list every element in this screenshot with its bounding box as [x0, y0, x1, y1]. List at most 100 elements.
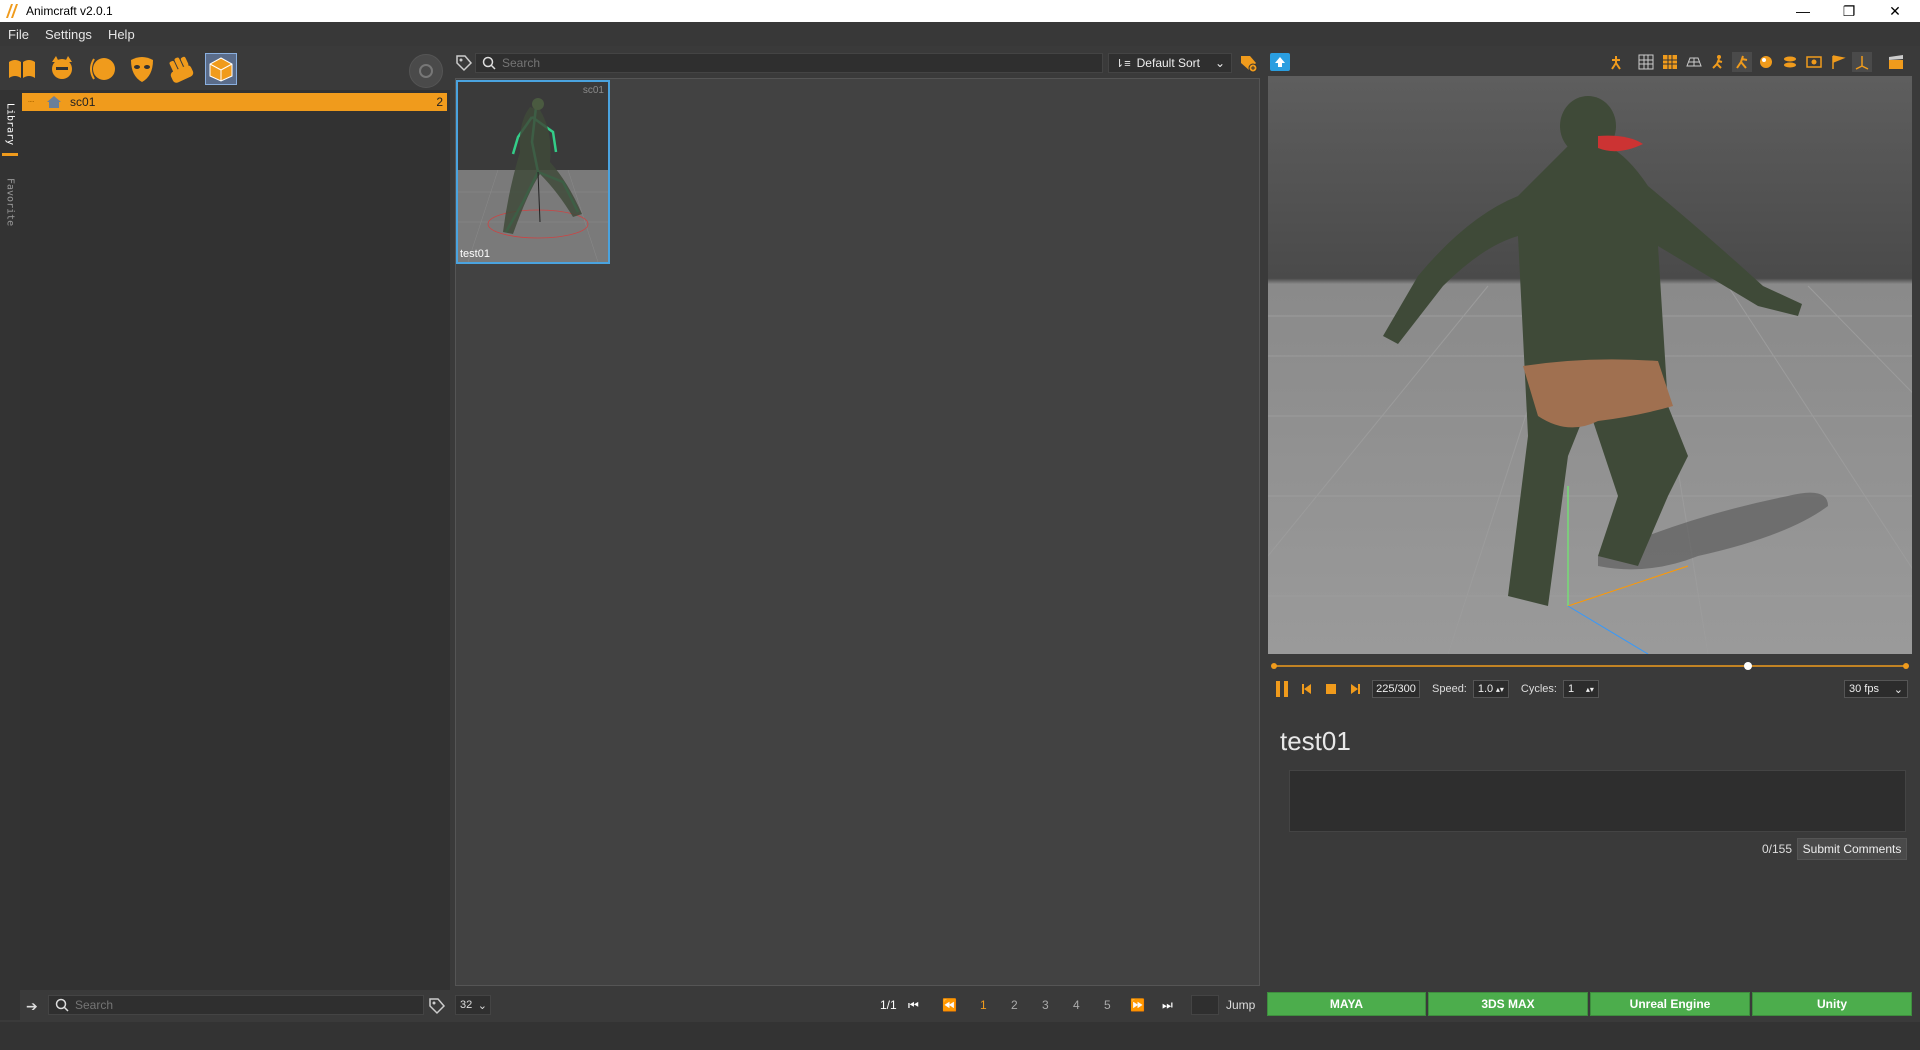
floor-grid-icon[interactable]: [1684, 52, 1704, 72]
fps-value: 30 fps: [1849, 683, 1879, 695]
layers-icon[interactable]: [1780, 52, 1800, 72]
jump-page-input[interactable]: [1191, 995, 1219, 1015]
speed-spinbox[interactable]: 1.0 ▴▾: [1472, 680, 1509, 698]
page-2[interactable]: 2: [1011, 998, 1018, 1012]
asset-search-input[interactable]: [502, 56, 1092, 70]
step-forward-icon[interactable]: [1348, 682, 1362, 696]
tree-expander-icon[interactable]: ┈: [28, 97, 34, 108]
add-asset-icon[interactable]: [1238, 53, 1258, 73]
page-4[interactable]: 4: [1073, 998, 1080, 1012]
sort-icon: ⇂≡: [1115, 57, 1131, 70]
tree-search-bar: [48, 995, 424, 1015]
export-unreal-button[interactable]: Unreal Engine: [1590, 992, 1750, 1016]
sort-selected: Default Sort: [1136, 56, 1201, 70]
page-3[interactable]: 3: [1042, 998, 1049, 1012]
library-tree-panel: [20, 90, 450, 990]
fps-dropdown[interactable]: 30 fps ⌄: [1844, 680, 1908, 698]
menu-file[interactable]: File: [0, 27, 37, 42]
thumbnail-category: sc01: [582, 85, 604, 96]
viewport-render: [1268, 76, 1912, 654]
stop-icon[interactable]: [1324, 682, 1338, 696]
timeline-end-marker[interactable]: [1903, 663, 1909, 669]
library-book-icon[interactable]: [6, 53, 38, 85]
home-folder-icon: [47, 96, 62, 108]
jump-label: Jump: [1226, 998, 1256, 1012]
app-logo-icon: [6, 4, 18, 18]
chevron-down-icon: ⌄: [1893, 683, 1903, 696]
character-pose-icon[interactable]: [1606, 52, 1626, 72]
playback-controls: 225/300 Speed: 1.0 ▴▾ Cycles: 1 ▴▾ 30 fps ⌄: [1268, 676, 1912, 702]
page-info: 1/1: [880, 998, 897, 1012]
skeleton-icon[interactable]: [1732, 52, 1752, 72]
asset-thumbnail[interactable]: sc01 test01: [456, 80, 610, 264]
flag-icon[interactable]: [1828, 52, 1848, 72]
last-page-icon[interactable]: ⏭: [1162, 998, 1173, 1013]
page-5[interactable]: 5: [1104, 998, 1111, 1012]
export-3dsmax-button[interactable]: 3DS MAX: [1428, 992, 1588, 1016]
viewport-toolbar: [1268, 52, 1918, 74]
chevron-down-icon: ⌄: [477, 999, 487, 1012]
menu-help[interactable]: Help: [100, 27, 143, 42]
search-icon: [482, 56, 496, 70]
comment-textarea[interactable]: [1289, 770, 1906, 832]
left-vertical-tabs: Library Favorite: [0, 90, 20, 1020]
hand-gesture-icon[interactable]: [166, 53, 198, 85]
sort-dropdown[interactable]: ⇂≡ Default Sort ⌄: [1108, 53, 1232, 73]
speed-label: Speed:: [1432, 683, 1467, 695]
spin-arrows-icon: ▴▾: [1495, 684, 1504, 694]
shading-sphere-icon[interactable]: [1756, 52, 1776, 72]
timeline-start-marker[interactable]: [1271, 663, 1277, 669]
tree-item-sc01[interactable]: ┈ sc01 2: [22, 93, 447, 111]
page-1[interactable]: 1: [980, 998, 987, 1012]
tree-item-count: 2: [436, 95, 443, 109]
character-head-icon[interactable]: [46, 53, 78, 85]
spin-arrows-icon: ▴▾: [1585, 684, 1594, 694]
filter-tag-icon[interactable]: [428, 997, 446, 1015]
camera-frame-icon[interactable]: [1804, 52, 1824, 72]
cycles-value: 1: [1567, 683, 1575, 695]
next-page-icon[interactable]: ⏩: [1130, 998, 1145, 1012]
window-title: Animcraft v2.0.1: [26, 4, 113, 18]
asset-search-bar: [475, 53, 1103, 73]
arrow-right-icon[interactable]: ➔: [26, 998, 38, 1015]
figure-run-icon[interactable]: [1708, 52, 1728, 72]
grid-large-icon[interactable]: [1660, 52, 1680, 72]
page-size-dropdown[interactable]: 32 ⌄: [455, 995, 491, 1015]
export-maya-button[interactable]: MAYA: [1267, 992, 1426, 1016]
tab-library[interactable]: Library: [2, 96, 18, 156]
restore-button[interactable]: ❐: [1826, 0, 1872, 22]
title-bar: Animcraft v2.0.1 — ❐ ✕: [0, 0, 1920, 22]
sphere-icon[interactable]: [86, 53, 118, 85]
tab-favorite[interactable]: Favorite: [2, 172, 18, 232]
filter-tag-icon[interactable]: [455, 54, 473, 72]
step-back-icon[interactable]: [1300, 682, 1314, 696]
frame-counter[interactable]: 225/300: [1372, 680, 1420, 698]
submit-comments-button[interactable]: Submit Comments: [1797, 838, 1907, 860]
menu-settings[interactable]: Settings: [37, 27, 100, 42]
minimize-button[interactable]: —: [1780, 0, 1826, 22]
3d-viewport[interactable]: [1268, 76, 1912, 654]
char-count: 0/155: [1761, 842, 1792, 856]
tree-search-input[interactable]: [75, 998, 405, 1012]
first-page-icon[interactable]: ⏮: [908, 998, 919, 1013]
thumbnail-preview: [458, 82, 608, 262]
search-icon: [55, 998, 69, 1012]
axis-icon[interactable]: [1852, 52, 1872, 72]
status-bar: [0, 1022, 1920, 1050]
speed-value: 1.0: [1477, 683, 1494, 695]
grid-cube-icon[interactable]: [205, 53, 237, 85]
prev-page-icon[interactable]: ⏪: [942, 998, 957, 1012]
mask-icon[interactable]: [126, 53, 158, 85]
clapperboard-icon[interactable]: [1886, 52, 1906, 72]
close-button[interactable]: ✕: [1872, 0, 1918, 22]
timeline-slider[interactable]: [1270, 660, 1910, 672]
timeline-handle[interactable]: [1744, 662, 1752, 670]
cycles-label: Cycles:: [1520, 683, 1557, 695]
export-unity-button[interactable]: Unity: [1752, 992, 1912, 1016]
record-icon[interactable]: [409, 54, 443, 88]
page-size-value: 32: [460, 999, 473, 1011]
thumbnail-name: test01: [460, 248, 490, 260]
grid-small-icon[interactable]: [1636, 52, 1656, 72]
cycles-spinbox[interactable]: 1 ▴▾: [1562, 680, 1599, 698]
pause-icon[interactable]: [1274, 680, 1290, 698]
